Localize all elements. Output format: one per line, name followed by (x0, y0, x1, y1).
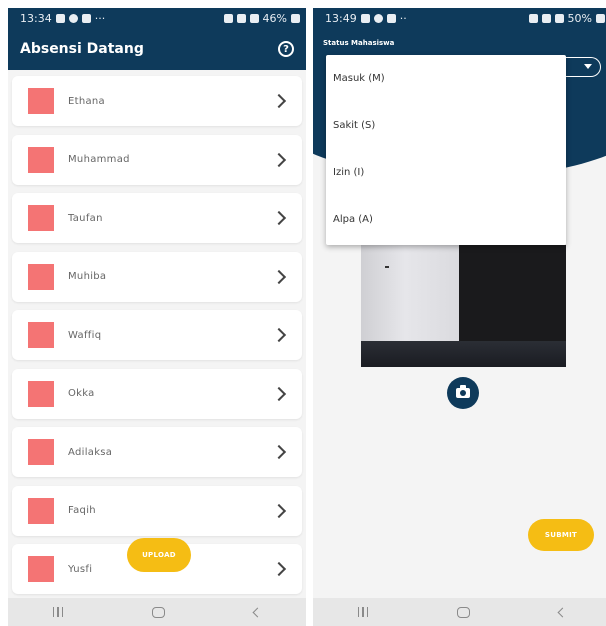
student-row[interactable]: Okka (12, 368, 302, 419)
student-row[interactable]: Faqih (12, 485, 302, 536)
wifi-icon (541, 13, 551, 23)
status-color-swatch (28, 380, 54, 407)
student-name: Okka (68, 388, 95, 399)
chevron-right-icon (271, 327, 287, 343)
status-form-screen: 13:49 ·· 50% Status Mahasiswa SUBMIT Mas… (313, 8, 606, 626)
status-option[interactable]: Alpa (A) (326, 196, 566, 243)
student-row[interactable]: Muhiba (12, 251, 302, 302)
status-color-swatch (28, 88, 54, 114)
battery-icon (291, 13, 300, 23)
chevron-right-icon (271, 269, 287, 284)
battery-level: 46% (262, 11, 287, 25)
student-row[interactable]: Waffiq (12, 310, 302, 360)
recent-apps-icon[interactable] (52, 607, 64, 617)
alarm-icon (223, 13, 233, 23)
status-time: 13:49 (325, 11, 357, 25)
battery-icon (596, 13, 605, 23)
app-icon (373, 13, 383, 23)
back-icon[interactable] (557, 607, 568, 617)
submit-button[interactable]: SUBMIT (528, 519, 594, 551)
status-field-label: Status Mahasiswa (323, 39, 395, 47)
screenshot-stage: 13:34 ··· 46% Absensi Datang ? Ethana Muh… (0, 0, 606, 626)
chevron-right-icon (271, 503, 287, 518)
status-color-swatch (28, 439, 54, 465)
status-option[interactable]: Izin (I) (326, 149, 566, 196)
status-color-swatch (28, 263, 54, 290)
status-bar: 13:34 ··· 46% (8, 8, 306, 28)
status-option[interactable]: Sakit (S) (326, 102, 566, 149)
recent-apps-icon[interactable] (357, 607, 369, 617)
upload-button[interactable]: UPLOAD (127, 538, 191, 572)
status-color-swatch (28, 497, 54, 524)
notification-icon (55, 13, 65, 23)
signal-icon (554, 13, 564, 23)
more-notifications: ·· (399, 11, 407, 25)
student-name: Adilaksa (68, 446, 113, 458)
status-color-swatch (28, 146, 54, 173)
student-row[interactable]: Muhammad (12, 134, 302, 185)
student-name: Muhiba (68, 271, 107, 282)
wifi-icon (236, 13, 246, 23)
help-icon[interactable]: ? (278, 41, 294, 57)
status-color-swatch (28, 205, 54, 231)
status-time: 13:34 (20, 11, 52, 25)
student-name: Taufan (68, 212, 103, 224)
status-color-swatch (28, 322, 54, 348)
nav-bar (8, 598, 306, 626)
gallery-icon (81, 13, 91, 23)
student-row[interactable]: Taufan (12, 193, 302, 243)
student-name: Faqih (68, 505, 96, 516)
student-name: Waffiq (68, 329, 102, 341)
gallery-icon (360, 13, 370, 23)
page-title: Absensi Datang (20, 41, 144, 57)
student-row[interactable]: Ethana (12, 76, 302, 126)
student-list: Ethana Muhammad Taufan Muhiba Waffiq Okka Adil… (8, 70, 306, 598)
chevron-right-icon (271, 93, 287, 109)
more-notifications: ··· (94, 11, 106, 25)
student-name: Ethana (68, 95, 105, 107)
captured-photo (361, 245, 566, 367)
camera-button[interactable] (447, 377, 479, 409)
app-icon (68, 13, 78, 23)
chevron-right-icon (271, 561, 287, 577)
chevron-right-icon (271, 386, 287, 401)
status-color-swatch (28, 556, 54, 582)
camera-icon (456, 385, 470, 398)
notification-icon (386, 13, 396, 23)
app-bar: Absensi Datang ? (8, 28, 306, 70)
signal-icon (249, 13, 259, 23)
nav-bar (313, 598, 606, 626)
chevron-right-icon (271, 210, 287, 226)
home-icon[interactable] (152, 606, 166, 618)
chevron-right-icon (271, 152, 287, 167)
status-option[interactable]: Masuk (M) (326, 55, 566, 102)
alarm-icon (528, 13, 538, 23)
attendance-list-screen: 13:34 ··· 46% Absensi Datang ? Ethana Muh… (8, 8, 306, 626)
status-bar: 13:49 ·· 50% (313, 8, 606, 28)
student-name: Muhammad (68, 154, 130, 165)
student-row[interactable]: Adilaksa (12, 427, 302, 477)
battery-level: 50% (567, 11, 592, 25)
status-dropdown-menu: Masuk (M) Sakit (S) Izin (I) Alpa (A) (326, 55, 566, 245)
back-icon[interactable] (252, 607, 263, 617)
caret-down-icon (584, 64, 592, 69)
chevron-right-icon (271, 444, 287, 460)
home-icon[interactable] (457, 606, 471, 618)
